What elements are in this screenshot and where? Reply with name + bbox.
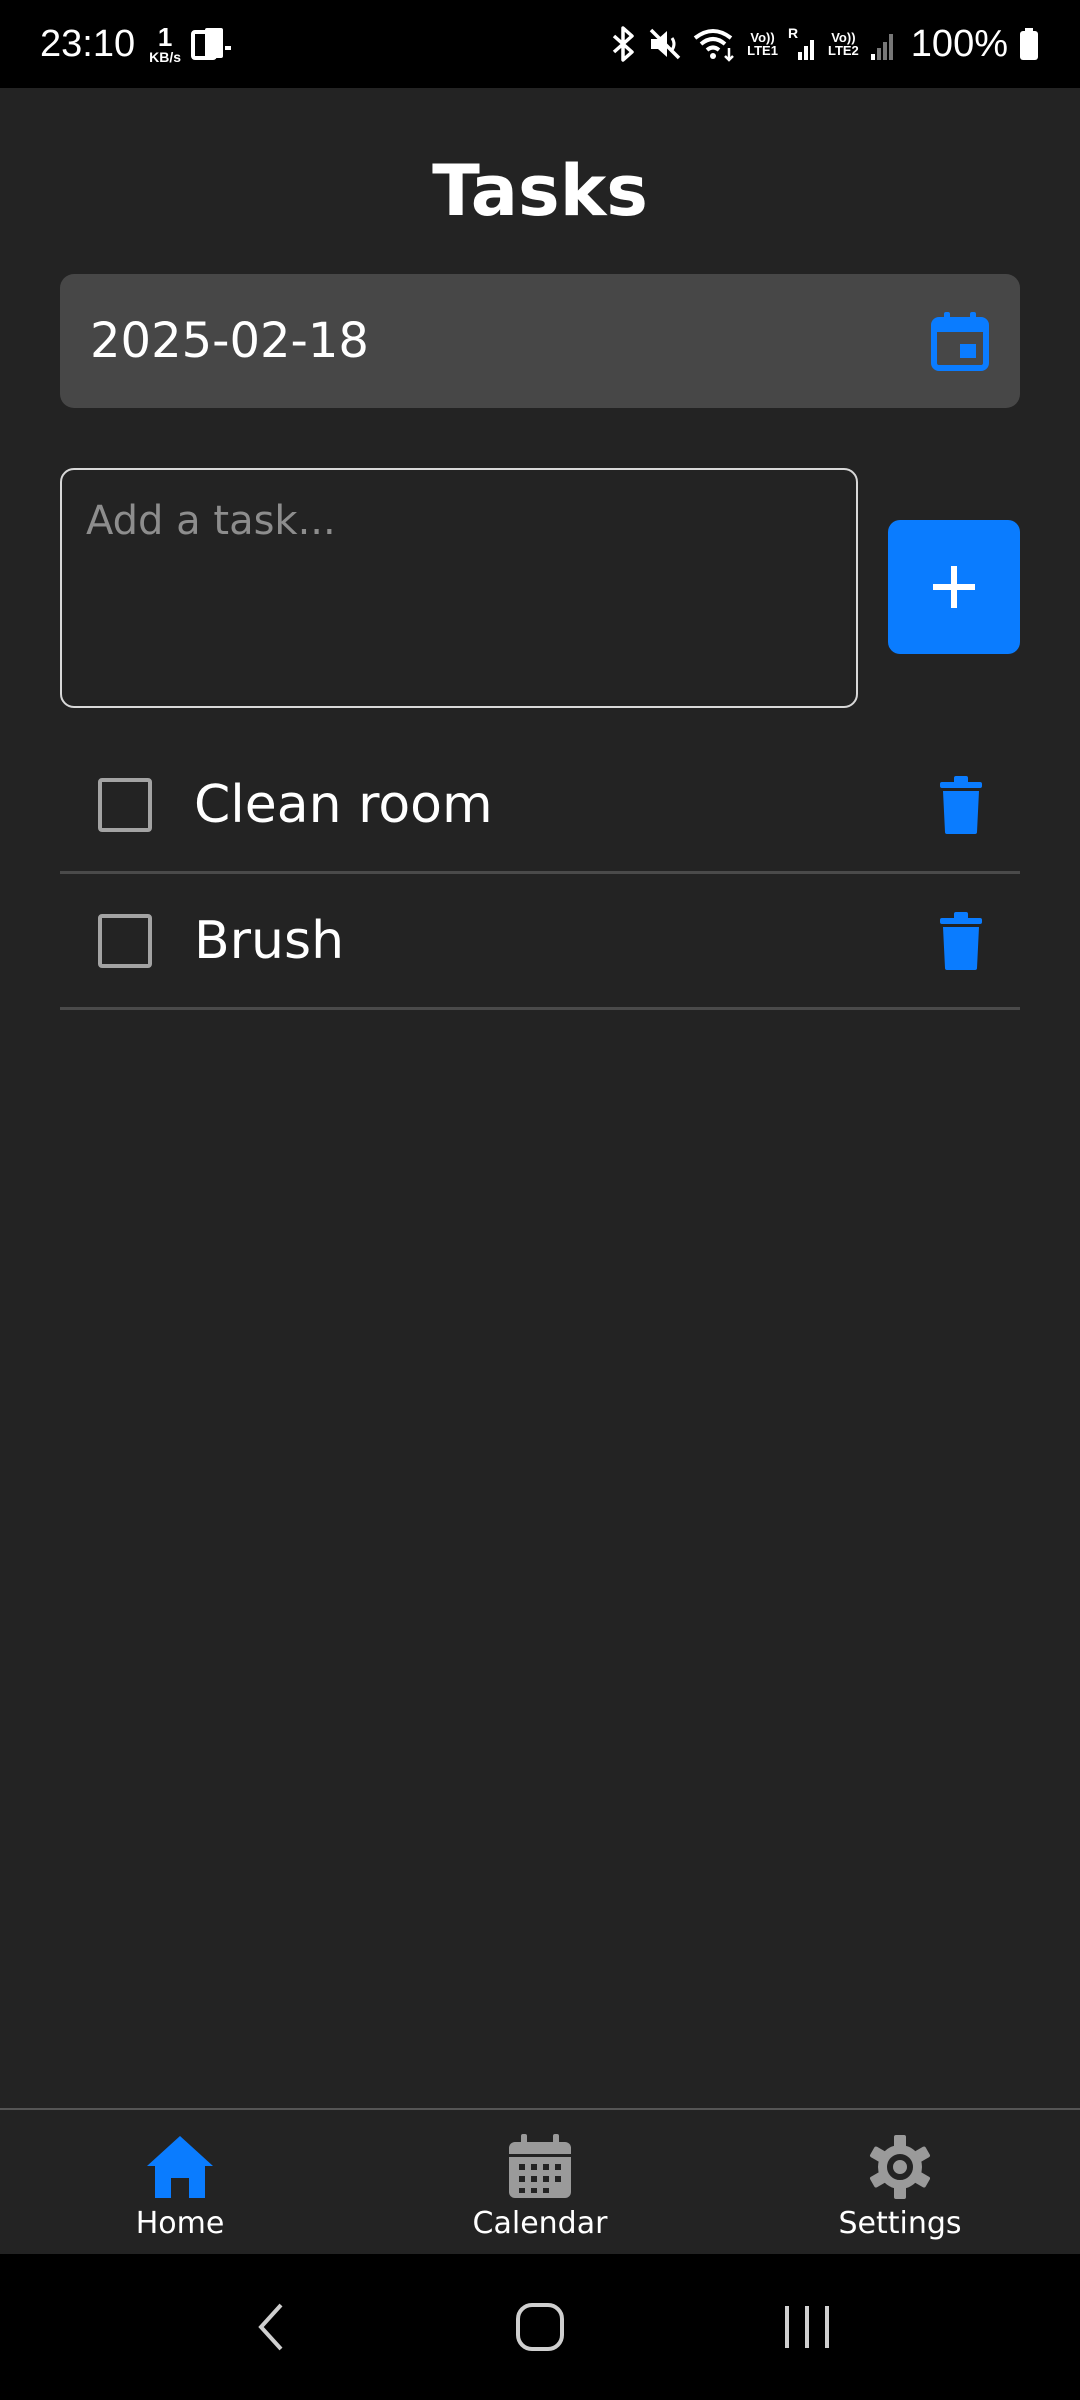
nav-label-settings: Settings bbox=[838, 2206, 962, 2241]
task-checkbox[interactable] bbox=[98, 777, 152, 832]
calendar-icon[interactable] bbox=[930, 310, 990, 372]
network-speed-unit: KB/s bbox=[149, 49, 181, 65]
mute-icon bbox=[647, 26, 683, 62]
recent-apps-button[interactable] bbox=[747, 2277, 867, 2377]
task-checkbox[interactable] bbox=[98, 913, 152, 968]
plus-icon bbox=[933, 566, 975, 608]
system-navigation-bar bbox=[0, 2254, 1080, 2400]
trash-icon[interactable] bbox=[940, 911, 982, 970]
signal-icon: R bbox=[788, 26, 818, 62]
home-icon bbox=[147, 2136, 213, 2198]
bottom-navigation: Home Calendar Settings bbox=[0, 2108, 1080, 2254]
wifi-icon bbox=[693, 26, 737, 62]
task-list: Clean room Brush bbox=[60, 738, 1020, 1010]
app-screen: 23:10 1 KB/s Vo)) LTE1 R Vo)) LTE2 100% … bbox=[0, 0, 1080, 2400]
volte1-bottom: LTE1 bbox=[747, 43, 778, 58]
nav-item-home[interactable]: Home bbox=[0, 2110, 360, 2254]
volte2-bottom: LTE2 bbox=[827, 43, 859, 58]
trash-icon[interactable] bbox=[940, 775, 982, 834]
calendar-grid-icon bbox=[509, 2134, 571, 2198]
status-time: 23:10 bbox=[40, 22, 136, 65]
battery-icon bbox=[1018, 26, 1040, 62]
date-value: 2025-02-18 bbox=[90, 313, 369, 369]
page-title: Tasks bbox=[432, 150, 648, 232]
gear-icon bbox=[870, 2135, 930, 2199]
task-row: Clean room bbox=[60, 738, 1020, 874]
add-task-button[interactable] bbox=[888, 520, 1020, 654]
task-label: Clean room bbox=[194, 774, 493, 835]
roaming-indicator: R bbox=[788, 26, 798, 41]
network-speed: 1 KB/s bbox=[149, 24, 181, 64]
battery-percent: 100% bbox=[910, 22, 1008, 65]
task-label: Brush bbox=[194, 910, 345, 971]
date-picker-field[interactable]: 2025-02-18 bbox=[60, 274, 1020, 408]
volte-lte1-indicator: Vo)) LTE1 bbox=[747, 31, 778, 57]
status-icons: Vo)) LTE1 R Vo)) LTE2 100% bbox=[611, 23, 1040, 66]
nav-label-calendar: Calendar bbox=[472, 2206, 608, 2241]
nav-label-home: Home bbox=[135, 2206, 225, 2241]
nav-item-settings[interactable]: Settings bbox=[720, 2110, 1080, 2254]
screen-mirror-icon bbox=[191, 26, 231, 62]
signal-weak-icon bbox=[869, 26, 897, 62]
status-bar: 23:10 1 KB/s Vo)) LTE1 R Vo)) LTE2 100% bbox=[0, 0, 1080, 88]
network-speed-value: 1 bbox=[157, 22, 173, 52]
nav-item-calendar[interactable]: Calendar bbox=[360, 2110, 720, 2254]
task-row: Brush bbox=[60, 874, 1020, 1010]
back-button[interactable] bbox=[213, 2277, 333, 2377]
bluetooth-icon bbox=[611, 26, 637, 62]
home-button[interactable] bbox=[480, 2277, 600, 2377]
task-input[interactable] bbox=[60, 468, 858, 708]
volte-lte2-indicator: Vo)) LTE2 bbox=[828, 31, 859, 57]
